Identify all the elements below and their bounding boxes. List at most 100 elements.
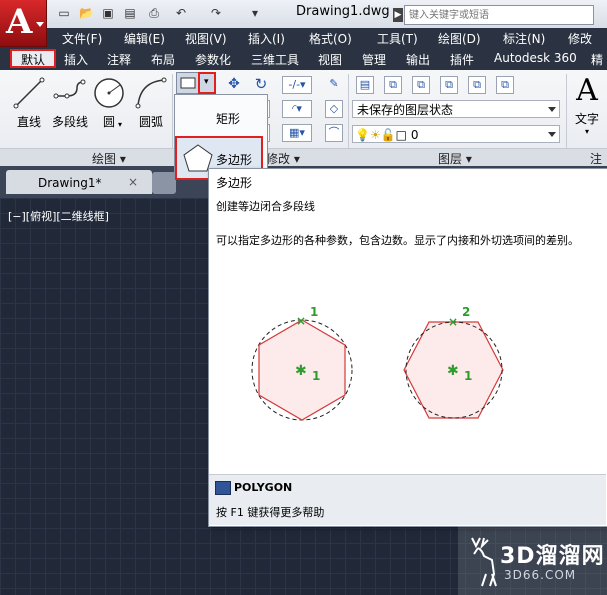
point-1-label: 1: [464, 369, 472, 383]
viewport-controls[interactable]: [−][俯视][二维线框]: [8, 208, 109, 224]
tab-featured[interactable]: 精: [591, 51, 603, 68]
tab-plugins[interactable]: 插件: [450, 51, 474, 68]
line-label: 直线: [16, 115, 41, 129]
layer-state-value: 未保存的图层状态: [357, 103, 454, 117]
center-marker-1: ✱: [295, 363, 307, 379]
tab-annotate[interactable]: 注释: [107, 51, 131, 68]
lock-icon: 🔓: [380, 128, 396, 142]
layer-previous-icon[interactable]: ⧉: [412, 76, 430, 94]
watermark-url: 3D66.COM: [504, 568, 577, 582]
undo-icon[interactable]: ↶: [174, 6, 188, 20]
layers-panel-title[interactable]: 图层 ▾: [438, 150, 472, 167]
point-2-marker: ×: [448, 315, 458, 329]
save-as-icon[interactable]: ▤: [123, 6, 137, 20]
menu-file[interactable]: 文件(F): [62, 30, 102, 47]
deer-logo-icon: [471, 537, 497, 587]
document-tab-label: Drawing1*: [38, 176, 102, 190]
text-label: 文字: [574, 112, 599, 126]
new-file-icon[interactable]: ▭: [57, 6, 71, 20]
arc-tool[interactable]: 圆弧: [134, 76, 168, 130]
tab-autodesk-360[interactable]: Autodesk 360: [494, 51, 577, 65]
tab-view[interactable]: 视图: [318, 51, 342, 68]
search-box[interactable]: ▶: [393, 5, 594, 25]
layer-properties-icon[interactable]: ▤: [356, 76, 374, 94]
tab-3d-tools[interactable]: 三维工具: [251, 51, 299, 68]
modify-panel-title[interactable]: 修改 ▾: [266, 150, 300, 167]
lightbulb-icon: 💡: [355, 128, 370, 142]
circumscribed-example: ✱ 1 × 2: [403, 305, 504, 419]
tab-output[interactable]: 输出: [406, 51, 430, 68]
sun-icon: ☀: [369, 128, 381, 142]
autocad-logo: A: [6, 2, 33, 42]
current-layer-dropdown[interactable]: 💡☀🔓□ 0: [352, 125, 560, 143]
rotate-icon[interactable]: ↻: [252, 76, 270, 94]
arc-label: 圆弧: [138, 115, 163, 129]
menu-dimension[interactable]: 标注(N): [503, 30, 545, 47]
line-icon: [13, 77, 45, 109]
polyline-label: 多段线: [51, 115, 88, 129]
arc-icon: [135, 77, 167, 109]
layer-state-dropdown[interactable]: 未保存的图层状态: [352, 100, 560, 118]
menu-insert[interactable]: 插入(I): [248, 30, 285, 47]
rectangle-icon: [180, 77, 196, 89]
polyline-tool[interactable]: 多段线: [50, 76, 90, 130]
circle-tool[interactable]: 圆 ▾: [92, 76, 126, 130]
tab-manage[interactable]: 管理: [362, 51, 386, 68]
point-2-label: 2: [462, 305, 470, 319]
move-icon[interactable]: ✥: [225, 76, 243, 94]
watermark-title: 3D溜溜网: [500, 544, 605, 569]
chevron-down-icon: [548, 107, 556, 112]
layer-match-icon[interactable]: ⧉: [384, 76, 402, 94]
point-2-label: 1: [310, 305, 318, 319]
redo-icon[interactable]: ↷: [209, 6, 223, 20]
tooltip-title: 多边形: [216, 176, 253, 190]
trim-icon[interactable]: -/-▾: [282, 76, 312, 94]
circle-icon: [94, 78, 124, 108]
explode-icon[interactable]: ◇: [325, 100, 343, 118]
tab-insert[interactable]: 插入: [64, 51, 88, 68]
color-swatch-icon: □: [395, 128, 408, 142]
layer-off-icon[interactable]: ⧉: [496, 76, 514, 94]
tooltip-command: POLYGON: [234, 481, 293, 494]
qat-more-icon[interactable]: ▾: [248, 6, 262, 20]
search-input[interactable]: [405, 6, 593, 24]
close-icon[interactable]: ×: [128, 175, 138, 189]
layer-isolate-icon[interactable]: ⧉: [440, 76, 458, 94]
point-2-marker: ×: [296, 314, 306, 328]
polygon-illustration: ✱ 1 × 1 ✱ 1 × 2: [251, 305, 504, 421]
document-title: Drawing1.dwg: [296, 4, 390, 19]
new-tab-button[interactable]: [152, 172, 176, 194]
open-folder-icon[interactable]: 📂: [79, 6, 94, 20]
chevron-down-icon[interactable]: ▾: [118, 120, 122, 129]
command-icon: [215, 481, 231, 495]
menu-tools[interactable]: 工具(T): [377, 30, 418, 47]
draw-panel-title[interactable]: 绘图 ▾: [92, 150, 126, 167]
application-menu-button[interactable]: A: [0, 0, 47, 47]
tab-parametric[interactable]: 参数化: [195, 51, 231, 68]
fillet-icon[interactable]: ◜▾: [282, 100, 312, 118]
menu-view[interactable]: 视图(V): [185, 30, 227, 47]
save-icon[interactable]: ▣: [101, 6, 115, 20]
print-icon[interactable]: ⎙: [147, 6, 161, 20]
line-tool[interactable]: 直线: [12, 76, 46, 130]
center-marker-1: ✱: [447, 363, 459, 379]
search-arrow-icon[interactable]: ▶: [393, 8, 403, 22]
menu-format[interactable]: 格式(O): [309, 30, 352, 47]
offset-icon[interactable]: ⌒: [325, 124, 343, 142]
layer-freeze-icon[interactable]: ⧉: [468, 76, 486, 94]
menu-bar: 文件(F) 编辑(E) 视图(V) 插入(I) 格式(O) 工具(T) 绘图(D…: [0, 28, 607, 61]
tab-default[interactable]: 默认: [10, 49, 56, 68]
menu-draw[interactable]: 绘图(D): [438, 30, 481, 47]
menu-edit[interactable]: 编辑(E): [124, 30, 165, 47]
tooltip-description: 可以指定多边形的各种参数，包含边数。显示了内接和外切选项间的差别。: [216, 234, 579, 247]
erase-icon[interactable]: ✎: [325, 76, 343, 94]
tab-layout[interactable]: 布局: [151, 51, 175, 68]
ribbon-tab-bar: 默认 插入 注释 布局 参数化 三维工具 视图 管理 输出 插件 Autodes…: [0, 48, 607, 70]
tooltip-subtitle: 创建等边闭合多段线: [216, 200, 315, 213]
inscribed-example: ✱ 1 × 1: [251, 305, 353, 421]
text-tool[interactable]: A 文字 ▾: [570, 72, 604, 136]
rectangle-dropdown-arrow[interactable]: ▾: [198, 72, 216, 94]
current-layer-value: 0: [410, 128, 419, 142]
array-icon[interactable]: ▦▾: [282, 124, 312, 142]
chevron-down-icon: ▾: [204, 77, 209, 87]
